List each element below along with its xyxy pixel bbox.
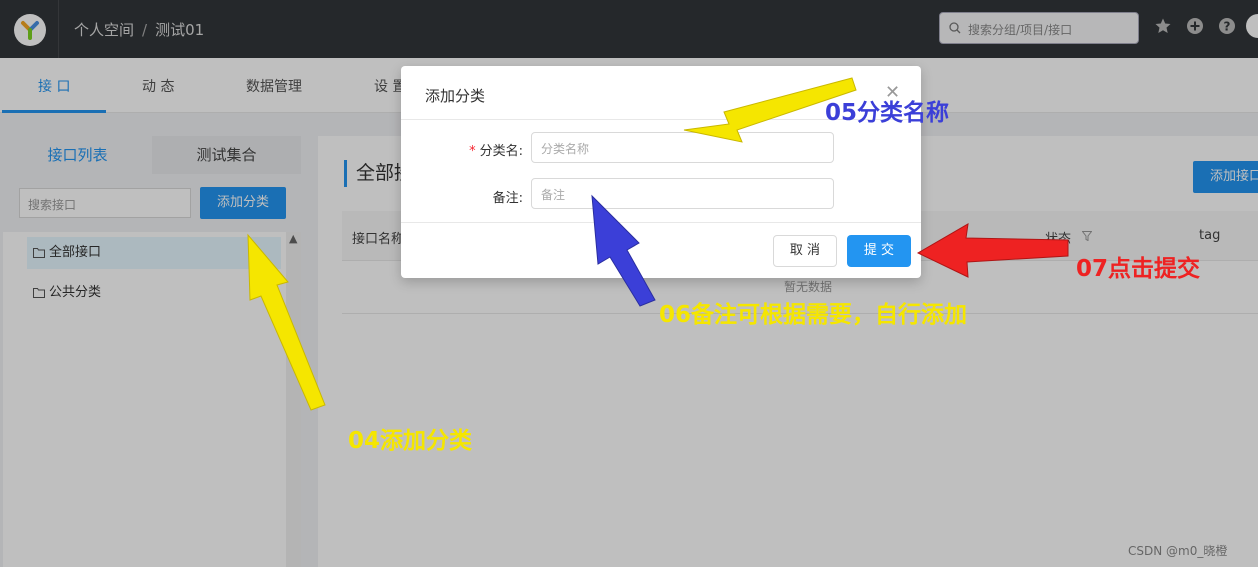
annotation-05: 05分类名称 [825, 100, 950, 126]
annotation-06: 06备注可根据需要，自行添加 [659, 302, 968, 328]
annotation-arrow-06 [591, 194, 656, 307]
annotation-arrow-07 [916, 223, 1069, 278]
annotation-07: 07点击提交 [1076, 256, 1201, 282]
annotation-04: 04添加分类 [348, 428, 473, 454]
watermark: CSDN @m0_晓橙 [1128, 544, 1228, 558]
annotation-arrow-04 [247, 233, 326, 411]
annotation-arrows [247, 77, 1069, 411]
